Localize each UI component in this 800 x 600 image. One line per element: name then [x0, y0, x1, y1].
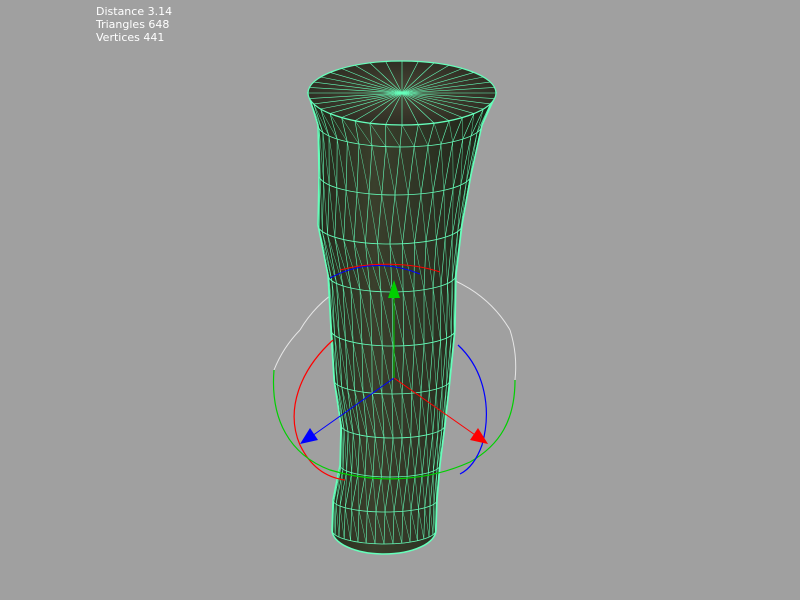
- scene-canvas[interactable]: [0, 0, 800, 600]
- gizmo-z-arrow[interactable]: [300, 428, 318, 444]
- gizmo-outer-ring-right[interactable]: [509, 329, 517, 381]
- 3d-viewport[interactable]: Distance 3.14 Triangles 648 Vertices 441: [0, 0, 800, 600]
- gizmo-outer-ring-left[interactable]: [273, 329, 301, 371]
- trunk-mesh[interactable]: [306, 60, 498, 555]
